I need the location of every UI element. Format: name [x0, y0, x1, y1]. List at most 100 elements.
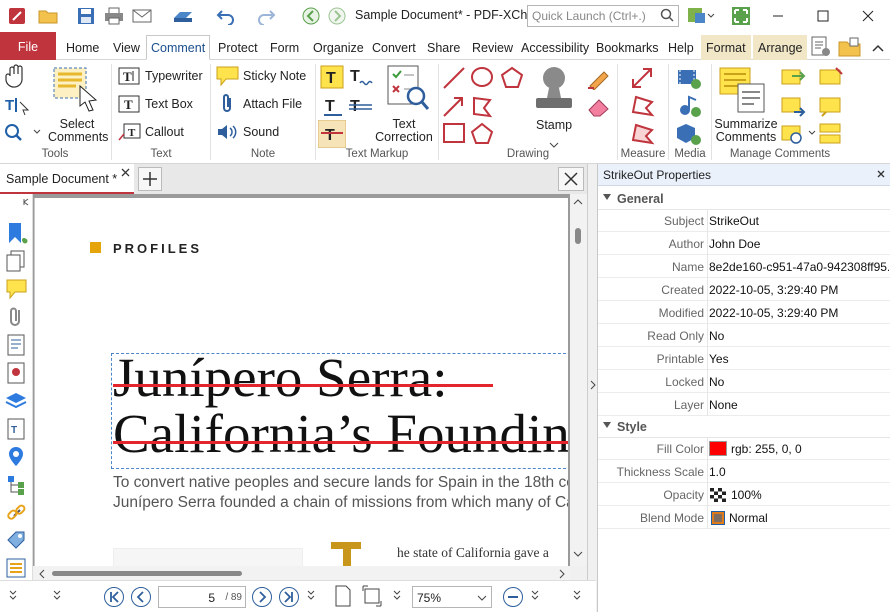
export-comments-icon[interactable] [780, 94, 806, 121]
save-icon[interactable] [74, 5, 98, 27]
scroll-right-icon[interactable] [558, 569, 566, 579]
stamp-icon[interactable] [532, 64, 576, 117]
maximize-button[interactable] [803, 0, 843, 32]
tab-view[interactable]: View [108, 35, 145, 60]
tab-share[interactable]: Share [422, 35, 465, 60]
fullscreen-icon[interactable] [730, 5, 752, 27]
tab-convert[interactable]: Convert [367, 35, 421, 60]
hscroll-thumb[interactable] [52, 571, 242, 576]
property-row[interactable]: Printable Yes [598, 347, 890, 370]
property-value[interactable]: 2022-10-05, 3:29:40 PM [709, 283, 889, 297]
property-row[interactable]: Read Only No [598, 324, 890, 347]
scroll-left-icon[interactable] [38, 569, 46, 579]
document-tab[interactable]: Sample Document * [0, 164, 134, 194]
strikeout-text-icon[interactable]: T [317, 119, 347, 151]
perimeter-icon[interactable] [630, 94, 656, 121]
destinations-icon[interactable] [6, 362, 26, 384]
video-icon[interactable] [676, 66, 702, 93]
attach-file-icon[interactable] [218, 93, 238, 118]
select-text-icon[interactable]: T [4, 94, 30, 119]
property-row[interactable]: Opacity 100% [598, 483, 890, 506]
tab-review[interactable]: Review [467, 35, 518, 60]
property-row[interactable]: Created 2022-10-05, 3:29:40 PM [598, 278, 890, 301]
close-tab-icon[interactable] [121, 168, 130, 177]
structure-icon[interactable] [6, 474, 28, 496]
property-value[interactable]: No [709, 375, 889, 389]
redo-icon[interactable] [254, 5, 278, 27]
comments-list-icon[interactable] [818, 122, 844, 149]
back-icon[interactable] [300, 5, 322, 27]
line-icon[interactable] [442, 66, 468, 93]
arrow-icon[interactable] [442, 94, 468, 121]
zoom-select[interactable]: 75% [412, 586, 492, 608]
zoom-tool-icon[interactable] [4, 122, 44, 145]
stamp-label[interactable]: Stamp [536, 118, 572, 132]
pentagon-icon[interactable] [470, 122, 496, 149]
comments-panel-icon[interactable] [6, 278, 28, 300]
layers-icon[interactable] [4, 390, 28, 412]
property-row[interactable]: Blend Mode Normal [598, 506, 890, 529]
panel-splitter[interactable] [587, 164, 597, 612]
page-number-field[interactable]: 5 / 89 [158, 586, 246, 608]
scan-icon[interactable] [170, 5, 196, 27]
tab-organize[interactable]: Organize [308, 35, 369, 60]
fit-page-icon[interactable] [362, 585, 382, 607]
file-menu[interactable]: File [0, 32, 56, 60]
squiggly-text-icon[interactable]: T [348, 65, 374, 92]
tag-icon[interactable] [6, 530, 28, 552]
quick-launch-input[interactable]: Quick Launch (Ctrl+.) [527, 5, 679, 27]
properties-pin-icon[interactable] [6, 446, 28, 468]
property-value[interactable]: StrikeOut [709, 214, 889, 228]
tab-comment[interactable]: Comment [146, 35, 211, 60]
callout-label[interactable]: Callout [145, 125, 184, 139]
nav-options-icon[interactable] [306, 589, 316, 603]
select-comments-label[interactable]: Select Comments [48, 118, 108, 144]
sound-label[interactable]: Sound [243, 125, 279, 139]
property-row[interactable]: Modified 2022-10-05, 3:29:40 PM [598, 301, 890, 324]
previous-page-icon[interactable] [130, 586, 152, 608]
callout-icon[interactable]: T [118, 122, 142, 145]
links-icon[interactable] [6, 502, 28, 524]
comment-styles-icon[interactable] [818, 66, 844, 93]
typewriter-label[interactable]: Typewriter [145, 69, 203, 83]
tab-accessibility[interactable]: Accessibility [516, 35, 594, 60]
sticky-note-icon[interactable] [216, 65, 240, 90]
scroll-thumb[interactable] [575, 228, 581, 244]
3d-model-icon[interactable] [676, 122, 702, 149]
area-icon[interactable] [630, 122, 656, 149]
splitter-arrow-icon[interactable] [590, 380, 596, 390]
property-value[interactable]: Yes [709, 352, 889, 366]
tab-help[interactable]: Help [663, 35, 699, 60]
text-box-label[interactable]: Text Box [145, 97, 193, 111]
pencil-icon[interactable] [586, 66, 614, 93]
attachments-icon[interactable] [6, 306, 26, 328]
new-tab-button[interactable] [138, 167, 162, 191]
document-options-icon[interactable] [810, 36, 832, 61]
scroll-down-icon[interactable] [573, 550, 583, 558]
close-document-button[interactable] [558, 167, 584, 191]
tab-format[interactable]: Format [701, 35, 751, 60]
horizontal-scrollbar[interactable] [34, 566, 570, 580]
print-icon[interactable] [102, 5, 126, 27]
undo-icon[interactable] [214, 5, 238, 27]
sticky-note-label[interactable]: Sticky Note [243, 69, 306, 83]
tab-form[interactable]: Form [265, 35, 304, 60]
customize-icon[interactable] [684, 5, 718, 27]
select-comments-icon[interactable] [50, 64, 102, 117]
highlight-text-icon[interactable]: T [320, 65, 344, 92]
show-comments-icon[interactable] [780, 122, 820, 149]
text-box-icon[interactable]: T [118, 94, 142, 117]
summarize-comments-label[interactable]: Summarize Comments [714, 118, 778, 144]
cloud-polygon-icon[interactable] [470, 94, 496, 121]
property-value[interactable]: 1.0 [709, 465, 889, 479]
status-options-icon[interactable] [572, 589, 582, 603]
text-correction-label[interactable]: Text Correction [374, 118, 434, 144]
first-page-icon[interactable] [103, 586, 125, 608]
property-value[interactable]: John Doe [709, 237, 889, 251]
import-comments-icon[interactable] [780, 66, 806, 93]
ellipse-icon[interactable] [470, 66, 496, 93]
tab-home[interactable]: Home [61, 35, 104, 60]
property-value[interactable]: 2022-10-05, 3:29:40 PM [709, 306, 889, 320]
current-page[interactable]: 5 [208, 591, 215, 605]
pdf-page[interactable]: PROFILES Junípero Serra: California’s Fo… [34, 198, 568, 566]
